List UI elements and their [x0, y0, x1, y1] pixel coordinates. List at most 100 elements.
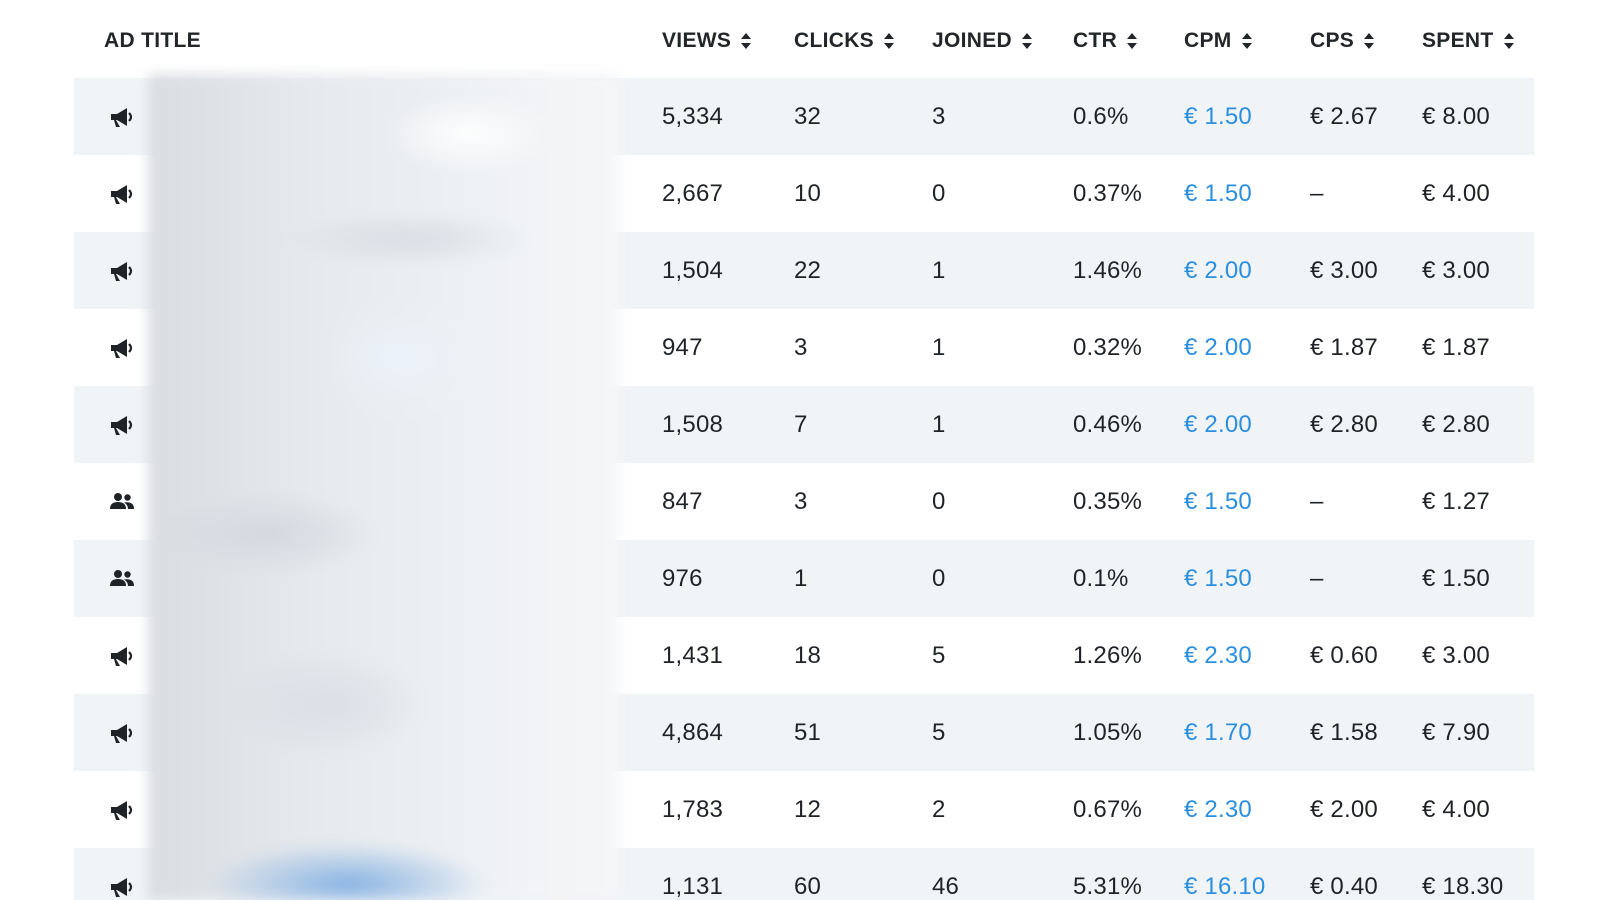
spent-value: € 1.50: [1422, 564, 1490, 592]
megaphone-icon: [106, 232, 138, 309]
header-cps-label: CPS: [1310, 29, 1355, 52]
views-value: 1,783: [662, 795, 724, 823]
cpm-link[interactable]: € 2.30: [1184, 771, 1252, 848]
cps-value: –: [1310, 487, 1324, 515]
sort-icon: [1363, 31, 1375, 51]
header-spent[interactable]: SPENT: [1422, 2, 1515, 80]
views-value: 847: [662, 487, 703, 515]
megaphone-icon: [106, 617, 138, 694]
header-cpm[interactable]: CPM: [1184, 2, 1253, 80]
clicks-value: 3: [794, 487, 808, 515]
joined-value: 3: [932, 102, 946, 130]
cps-value: € 2.00: [1310, 795, 1378, 823]
joined-value: 0: [932, 564, 946, 592]
cps-value: € 1.58: [1310, 718, 1378, 746]
header-joined-label: JOINED: [932, 29, 1012, 52]
spent-value: € 18.30: [1422, 872, 1504, 900]
megaphone-icon: [106, 309, 138, 386]
spent-value: € 3.00: [1422, 256, 1490, 284]
sort-icon: [883, 31, 895, 51]
cps-value: € 1.87: [1310, 333, 1378, 361]
header-joined[interactable]: JOINED: [932, 2, 1033, 80]
joined-value: 46: [932, 872, 960, 900]
megaphone-icon: [106, 694, 138, 771]
clicks-value: 22: [794, 256, 822, 284]
clicks-value: 12: [794, 795, 822, 823]
header-clicks[interactable]: CLICKS: [794, 2, 895, 80]
sort-icon: [1503, 31, 1515, 51]
joined-value: 5: [932, 718, 946, 746]
clicks-value: 51: [794, 718, 822, 746]
ctr-value: 5.31%: [1073, 872, 1143, 900]
cpm-link[interactable]: € 1.50: [1184, 463, 1252, 540]
cpm-link[interactable]: € 1.50: [1184, 155, 1252, 232]
spent-value: € 1.87: [1422, 333, 1490, 361]
views-value: 1,504: [662, 256, 724, 284]
cpm-link[interactable]: € 1.50: [1184, 540, 1252, 617]
ctr-value: 0.37%: [1073, 179, 1143, 207]
views-value: 1,131: [662, 872, 724, 900]
header-cps[interactable]: CPS: [1310, 2, 1375, 80]
cpm-link[interactable]: € 2.00: [1184, 232, 1252, 309]
cps-value: € 0.60: [1310, 641, 1378, 669]
cps-value: € 2.80: [1310, 410, 1378, 438]
spent-value: € 4.00: [1422, 795, 1490, 823]
views-value: 4,864: [662, 718, 724, 746]
joined-value: 1: [932, 333, 946, 361]
header-ad-title: AD TITLE: [104, 29, 201, 52]
spent-value: € 2.80: [1422, 410, 1490, 438]
ctr-value: 0.46%: [1073, 410, 1143, 438]
cps-value: –: [1310, 179, 1324, 207]
cps-value: –: [1310, 564, 1324, 592]
sort-icon: [1241, 31, 1253, 51]
cpm-link[interactable]: € 16.10: [1184, 848, 1265, 900]
cpm-link[interactable]: € 2.30: [1184, 617, 1252, 694]
cpm-link[interactable]: € 1.70: [1184, 694, 1252, 771]
joined-value: 1: [932, 410, 946, 438]
ctr-value: 1.05%: [1073, 718, 1143, 746]
ctr-value: 1.26%: [1073, 641, 1143, 669]
megaphone-icon: [106, 848, 138, 900]
header-clicks-label: CLICKS: [794, 29, 874, 52]
views-value: 5,334: [662, 102, 724, 130]
clicks-value: 3: [794, 333, 808, 361]
joined-value: 0: [932, 487, 946, 515]
clicks-value: 7: [794, 410, 808, 438]
spent-value: € 7.90: [1422, 718, 1490, 746]
cpm-link[interactable]: € 1.50: [1184, 78, 1252, 155]
megaphone-icon: [106, 155, 138, 232]
spent-value: € 1.27: [1422, 487, 1490, 515]
ctr-value: 0.67%: [1073, 795, 1143, 823]
ads-stats-page: AD TITLE VIEWS CLICKS JOINED CTR CPM CPS…: [0, 0, 1600, 900]
group-icon: [106, 463, 138, 540]
ctr-value: 0.1%: [1073, 564, 1129, 592]
header-ctr[interactable]: CTR: [1073, 2, 1138, 80]
blurred-ad-titles: [148, 74, 618, 900]
header-ctr-label: CTR: [1073, 29, 1118, 52]
ctr-value: 0.32%: [1073, 333, 1143, 361]
spent-value: € 4.00: [1422, 179, 1490, 207]
ctr-value: 0.35%: [1073, 487, 1143, 515]
header-spent-label: SPENT: [1422, 29, 1494, 52]
cps-value: € 0.40: [1310, 872, 1378, 900]
joined-value: 5: [932, 641, 946, 669]
header-views[interactable]: VIEWS: [662, 2, 752, 80]
header-cpm-label: CPM: [1184, 29, 1232, 52]
cpm-link[interactable]: € 2.00: [1184, 309, 1252, 386]
cpm-link[interactable]: € 2.00: [1184, 386, 1252, 463]
views-value: 1,431: [662, 641, 724, 669]
table-header: AD TITLE VIEWS CLICKS JOINED CTR CPM CPS…: [74, 2, 1534, 80]
sort-icon: [1021, 31, 1033, 51]
clicks-value: 18: [794, 641, 822, 669]
ctr-value: 0.6%: [1073, 102, 1129, 130]
group-icon: [106, 540, 138, 617]
joined-value: 2: [932, 795, 946, 823]
clicks-value: 32: [794, 102, 822, 130]
clicks-value: 10: [794, 179, 822, 207]
clicks-value: 60: [794, 872, 822, 900]
megaphone-icon: [106, 771, 138, 848]
sort-icon: [1126, 31, 1138, 51]
ctr-value: 1.46%: [1073, 256, 1143, 284]
cps-value: € 2.67: [1310, 102, 1378, 130]
views-value: 976: [662, 564, 703, 592]
